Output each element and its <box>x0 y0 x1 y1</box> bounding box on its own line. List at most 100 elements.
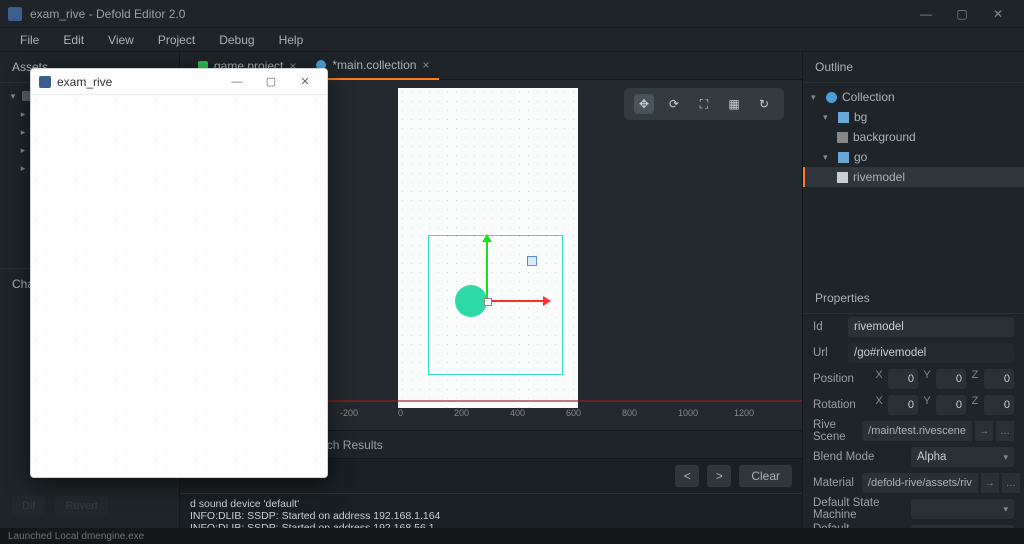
close-icon[interactable]: ✕ <box>291 75 319 88</box>
pos-y-input[interactable] <box>936 369 966 389</box>
dsm-select[interactable] <box>911 499 1014 519</box>
browse-file-icon[interactable]: … <box>1002 473 1020 493</box>
console-line: d sound device 'default' <box>190 498 792 510</box>
prop-label: Blend Mode <box>813 451 903 463</box>
ruler-tick: -200 <box>340 408 358 418</box>
chevron-right-icon[interactable]: ▸ <box>18 109 28 120</box>
camera-icon[interactable]: ▦ <box>724 94 744 114</box>
statusbar: Launched Local dmengine.exe <box>0 528 1024 544</box>
chevron-down-icon[interactable]: ▾ <box>811 92 821 103</box>
menu-view[interactable]: View <box>96 29 146 51</box>
prop-label: Rotation <box>813 399 866 411</box>
outline-row-bg[interactable]: ▾bg <box>803 107 1024 127</box>
component-icon <box>837 172 848 183</box>
menu-project[interactable]: Project <box>146 29 207 51</box>
minimize-icon[interactable]: — <box>223 76 251 88</box>
blend-mode-select[interactable]: Alpha <box>911 447 1014 467</box>
game-preview-window[interactable]: exam_rive — ▢ ✕ <box>30 68 328 478</box>
ruler-tick: 600 <box>566 408 581 418</box>
close-tab-icon[interactable]: × <box>422 58 429 72</box>
right-panel: Outline ▾Collection ▾bg background ▾go r… <box>802 52 1024 528</box>
menu-help[interactable]: Help <box>267 29 316 51</box>
pos-z-input[interactable] <box>984 369 1014 389</box>
rivemodel-gizmo[interactable] <box>455 285 487 317</box>
ruler-tick: 1200 <box>734 408 754 418</box>
minimize-icon[interactable]: — <box>908 0 944 28</box>
prev-button[interactable]: < <box>675 465 699 487</box>
prop-label: Rive Scene <box>813 419 854 443</box>
outline-label: rivemodel <box>853 170 905 184</box>
chevron-right-icon[interactable]: ▸ <box>18 127 28 138</box>
x-axis-handle[interactable] <box>487 300 545 302</box>
anim-select[interactable]: Animation 2 <box>911 525 1014 528</box>
chevron-down-icon[interactable]: ▾ <box>8 91 18 102</box>
next-button[interactable]: > <box>707 465 731 487</box>
prop-id: Id <box>803 314 1024 340</box>
preview-title: exam_rive <box>57 75 112 89</box>
corner-handle[interactable] <box>527 256 537 266</box>
scene-path[interactable]: /main/test.rivescene <box>862 421 972 441</box>
rot-x-input[interactable] <box>888 395 918 415</box>
refresh-icon[interactable]: ↻ <box>754 94 774 114</box>
rot-z-input[interactable] <box>984 395 1014 415</box>
axis-x-label: X <box>874 369 884 389</box>
pos-x-input[interactable] <box>888 369 918 389</box>
chevron-down-icon[interactable]: ▾ <box>823 112 833 123</box>
menu-edit[interactable]: Edit <box>51 29 96 51</box>
prop-label: Position <box>813 373 866 385</box>
material-path[interactable]: /defold-rive/assets/riv <box>862 473 978 493</box>
menubar: File Edit View Project Debug Help <box>0 28 1024 52</box>
prop-material: Material /defold-rive/assets/riv → … <box>803 470 1024 496</box>
ruler-tick: 800 <box>622 408 637 418</box>
maximize-icon[interactable]: ▢ <box>944 0 980 28</box>
outline-row-background[interactable]: background <box>803 127 1024 147</box>
prop-default-state-machine: Default State Machine <box>803 496 1024 522</box>
outline-row-collection[interactable]: ▾Collection <box>803 87 1024 107</box>
prop-label: Default State Machine <box>813 497 903 521</box>
maximize-icon[interactable]: ▢ <box>257 75 285 88</box>
chevron-right-icon[interactable]: ▸ <box>18 145 28 156</box>
open-file-icon[interactable]: → <box>975 421 993 441</box>
console-line: INFO:DLIB: SSDP: Started on address 192.… <box>190 522 792 528</box>
prop-label: Id <box>813 321 840 333</box>
ruler-tick: 400 <box>510 408 525 418</box>
outline-row-rivemodel[interactable]: rivemodel <box>803 167 1024 187</box>
scale-tool-icon[interactable]: ⛶ <box>694 94 714 114</box>
preview-titlebar[interactable]: exam_rive — ▢ ✕ <box>31 69 327 95</box>
axis-z-label: Z <box>970 395 980 415</box>
outline-row-go[interactable]: ▾ go <box>803 147 1024 167</box>
collection-icon <box>826 92 837 103</box>
left-bottom-buttons: Dif Revert <box>12 496 108 516</box>
axis-y-label: Y <box>922 395 932 415</box>
preview-canvas[interactable] <box>31 95 327 477</box>
prop-blend-mode: Blend Mode Alpha <box>803 444 1024 470</box>
menu-debug[interactable]: Debug <box>207 29 266 51</box>
close-icon[interactable]: ✕ <box>980 0 1016 28</box>
prop-label: Url <box>813 347 840 359</box>
move-tool-icon[interactable]: ✥ <box>634 94 654 114</box>
clear-button[interactable]: Clear <box>739 465 792 487</box>
chevron-down-icon[interactable]: ▾ <box>823 152 833 163</box>
origin-handle[interactable] <box>484 298 492 306</box>
y-axis-handle[interactable] <box>486 240 488 298</box>
console-output[interactable]: d sound device 'default' INFO:DLIB: SSDP… <box>180 494 802 528</box>
revert-button[interactable]: Revert <box>55 496 107 516</box>
prop-id-input[interactable] <box>848 317 1014 337</box>
open-file-icon[interactable]: → <box>981 473 999 493</box>
dif-button[interactable]: Dif <box>12 496 45 516</box>
prop-label: Default Animation <box>813 523 903 528</box>
prop-label: Material <box>813 477 854 489</box>
tab-label: *main.collection <box>332 58 416 72</box>
window-titlebar: exam_rive - Defold Editor 2.0 — ▢ ✕ <box>0 0 1024 28</box>
menu-file[interactable]: File <box>8 29 51 51</box>
rotate-tool-icon[interactable]: ⟳ <box>664 94 684 114</box>
rot-y-input[interactable] <box>936 395 966 415</box>
prop-rotation: Rotation X Y Z <box>803 392 1024 418</box>
outline-label: go <box>854 150 867 164</box>
outline-tree[interactable]: ▾Collection ▾bg background ▾ go rivemodel <box>803 83 1024 283</box>
chevron-right-icon[interactable]: ▸ <box>18 163 28 174</box>
ruler-tick: 1000 <box>678 408 698 418</box>
prop-url-input[interactable] <box>848 343 1014 363</box>
browse-file-icon[interactable]: … <box>996 421 1014 441</box>
axis-x-label: X <box>874 395 884 415</box>
